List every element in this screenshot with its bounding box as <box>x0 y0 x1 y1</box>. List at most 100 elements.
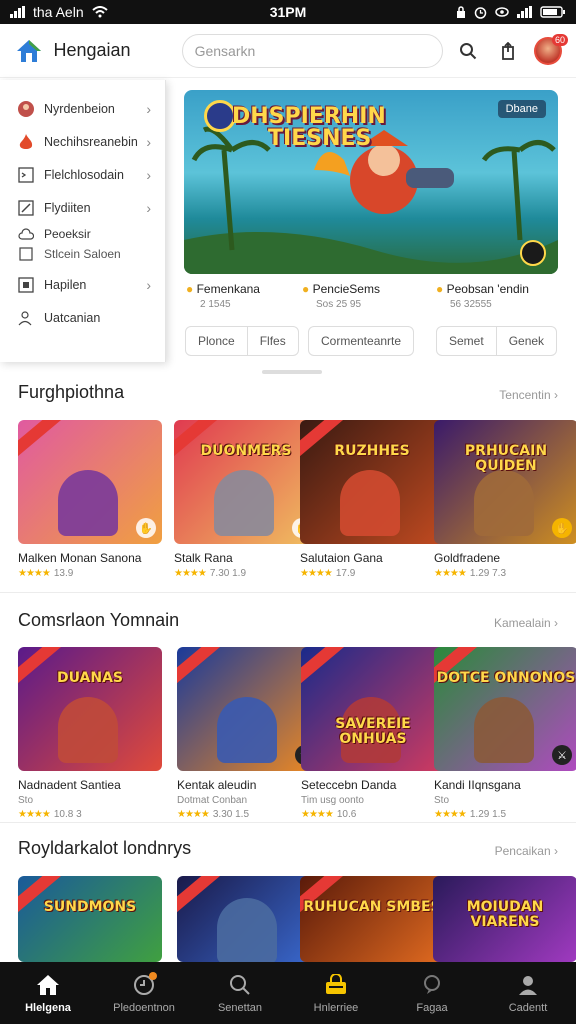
game-card[interactable]: MOIUDAN VIARENS <box>433 876 576 962</box>
chip-button[interactable]: Cormenteanrte <box>309 327 413 355</box>
stars-icon: ★★★★ <box>301 809 334 820</box>
section-title: Furghpiothna <box>18 382 125 402</box>
game-card[interactable]: DUANAS Nadnadent Santiea Sto ★★★★ 10.8 3 <box>18 647 162 820</box>
hero-title: DHSPIERHIN TIESNES <box>232 106 386 150</box>
character-art <box>217 697 277 763</box>
share-icon <box>501 41 514 60</box>
sidebar-item-label: Nechihsreanebin <box>44 134 138 149</box>
sword-icon: ⚔ <box>552 745 572 765</box>
section-more-link[interactable]: Kamealain › <box>494 616 558 630</box>
rating-value: 10.6 <box>336 809 357 820</box>
character-art <box>58 470 118 536</box>
avatar[interactable]: 60 <box>534 33 569 65</box>
nav-search[interactable]: Senettan <box>195 972 285 1014</box>
nav-chat[interactable]: Fagaa <box>387 972 477 1014</box>
search-placeholder: Gensarkn <box>194 42 256 59</box>
square-icon <box>16 244 36 264</box>
chip-group-2: Semet Genek <box>436 326 558 356</box>
lock-icon <box>457 5 465 18</box>
section-divider <box>0 592 576 593</box>
game-card[interactable]: SAVEREIE ONHUAS Seteccebn Danda Tim usg … <box>301 647 445 820</box>
wifi-icon <box>91 6 108 18</box>
sidebar-item-0[interactable]: Nyrdenbeion › <box>0 92 165 125</box>
sidebar-item-1[interactable]: Nechihsreanebin › <box>0 125 165 158</box>
sidebar-item-label: Uatcanian <box>44 310 101 325</box>
sidebar-item-3[interactable]: Flydiiten › <box>0 191 165 224</box>
home-icon <box>35 972 61 998</box>
rating-value: 17.9 <box>335 568 356 579</box>
stars-icon: ★★★★ <box>300 568 333 579</box>
home-logo-icon[interactable] <box>14 36 43 66</box>
brand-title: Hengaian <box>53 40 131 60</box>
nav-recent[interactable]: Pledoentnon <box>99 972 189 1014</box>
signal-icon <box>10 6 25 18</box>
bag-icon <box>323 972 349 998</box>
hand-icon: ✋ <box>552 518 572 538</box>
hero-meta-title: PencieSems <box>312 282 380 296</box>
game-name: Goldfradene <box>434 551 501 565</box>
chip-button[interactable]: Plonce <box>186 327 247 355</box>
search-button[interactable] <box>453 36 482 66</box>
stars-icon: ★★★★ <box>18 568 51 579</box>
game-card[interactable]: PRHUCAIN QUIDEN ✋ Goldfradene ★★★★ 1.29 7… <box>434 420 576 579</box>
sidebar-item-sublabel: Stlcein Saloen <box>44 247 121 261</box>
ribbon <box>177 876 225 918</box>
section-more-label: Tencentin <box>499 388 551 402</box>
game-card[interactable]: ⚒ Kentak aleudin Dotmat Conban ★★★★3.30 … <box>177 647 321 820</box>
cloud-icon <box>16 224 36 244</box>
hero-meta-sub: 2 1545 <box>200 299 231 310</box>
nav-store[interactable]: Hnlerriee <box>291 972 381 1014</box>
search-icon <box>227 972 253 998</box>
hero-meta-sub: Sos 25 95 <box>316 299 362 310</box>
terminal-icon <box>16 165 36 185</box>
drag-handle[interactable] <box>262 370 322 374</box>
coin-icon: ● <box>302 282 310 296</box>
game-name: Stalk Rana <box>174 551 233 565</box>
section-more-link[interactable]: Pencaikan › <box>495 844 558 858</box>
chevron-right-icon: › <box>146 100 151 117</box>
share-button[interactable] <box>493 36 522 66</box>
game-name: Nadnadent Santiea <box>18 778 121 792</box>
sidebar-item-4[interactable]: Peoeksir Stlcein Saloen <box>0 224 165 264</box>
edit-icon <box>16 198 36 218</box>
game-card[interactable]: DUONMERS ✋ Stalk Rana ★★★★7.30 1.9 <box>174 420 318 579</box>
hero-title-line2: TIESNES <box>268 126 372 151</box>
character-art <box>474 697 534 763</box>
chevron-right-icon: › <box>146 133 151 150</box>
game-card[interactable]: ✋ Malken Monan Sanona ★★★★ 13.9 <box>18 420 162 579</box>
nav-home[interactable]: Hlelgena <box>3 972 93 1014</box>
section-more-label: Pencaikan <box>494 844 551 858</box>
game-thumbnail: PRHUCAIN QUIDEN ✋ <box>434 420 576 544</box>
chevron-right-icon: › <box>146 199 151 216</box>
section-more-link[interactable]: Tencentin › <box>499 388 558 402</box>
game-card[interactable]: RUZHHES Salutaion Gana ★★★★ 17.9 <box>300 420 444 579</box>
sidebar-item-5[interactable]: Hapilen › <box>0 268 165 301</box>
game-rating: ★★★★ 10.8 3 <box>18 809 162 820</box>
sidebar-item-2[interactable]: Flelchlosodain › <box>0 158 165 191</box>
game-card[interactable]: RUHUCAN SMBES <box>300 876 444 962</box>
notification-dot <box>149 972 157 980</box>
game-name: Kandi IIqnsgana <box>434 778 521 792</box>
notification-badge: 60 <box>552 33 569 46</box>
user-gear-icon <box>16 308 36 328</box>
sidebar-item-6[interactable]: Uatcanian <box>0 301 165 334</box>
nav-label: Hlelgena <box>25 1002 71 1014</box>
hero-meta-2: ● Peobsan 'endin 56 32555 <box>436 282 529 310</box>
rating-value: 10.8 3 <box>53 809 82 820</box>
eye-icon <box>495 7 509 17</box>
chip-button[interactable]: Semet <box>437 327 496 355</box>
nav-profile[interactable]: Cadentt <box>483 972 573 1014</box>
game-card[interactable]: SUNDMONS <box>18 876 162 962</box>
nav-label: Fagaa <box>416 1002 448 1014</box>
chip-button[interactable]: Flfes <box>246 327 298 355</box>
hero-banner[interactable]: DHSPIERHIN TIESNES Dbane <box>184 90 558 274</box>
game-card[interactable]: DOTCE ONNONOS ⚔ Kandi IIqnsgana Sto ★★★★… <box>434 647 576 820</box>
character-art <box>217 898 277 962</box>
search-input[interactable]: Gensarkn <box>181 33 444 68</box>
stars-icon: ★★★★ <box>434 809 467 820</box>
rating-value: 13.9 <box>53 568 74 579</box>
game-name: Malken Monan Sanona <box>18 551 142 565</box>
rating-value: 1.29 1.5 <box>469 809 507 820</box>
hero-tag[interactable]: Dbane <box>497 100 546 118</box>
chip-button[interactable]: Genek <box>495 327 556 355</box>
